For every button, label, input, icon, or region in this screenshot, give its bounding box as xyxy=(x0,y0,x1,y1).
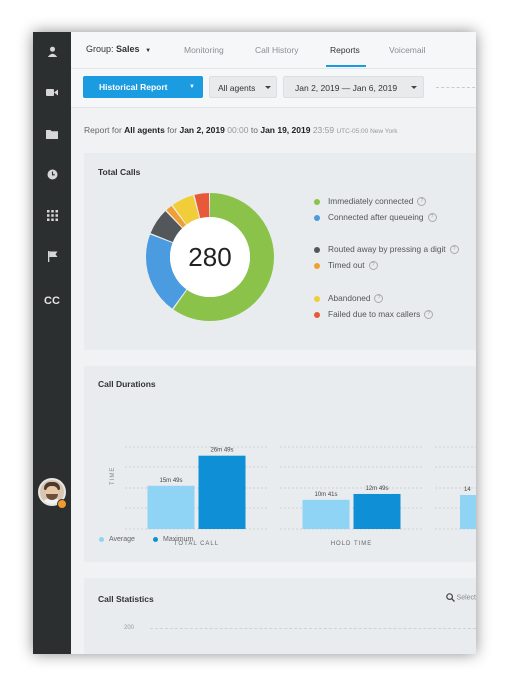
filter-bar: Historical Report ▼ All agents Jan 2, 20… xyxy=(71,69,476,108)
legend-item-average: Average xyxy=(99,536,135,543)
legend-item-maximum: Maximum xyxy=(153,536,193,543)
zoom-icon xyxy=(445,593,455,602)
help-icon: ? xyxy=(417,197,427,207)
legend-swatch xyxy=(314,246,320,253)
app-window: CC Group: Sales ▼ Monitoring Call Histor… xyxy=(33,32,476,654)
chevron-down-icon: ▼ xyxy=(189,84,195,90)
group-selector[interactable]: Group: Sales ▼ xyxy=(86,44,151,54)
call-durations-bar-chart: TIMETOTAL CALL HOLD TIME15m 49s26m 49s10m… xyxy=(110,446,476,547)
agents-select-value: All agents xyxy=(218,83,256,93)
total-calls-title: Total Calls xyxy=(98,167,141,177)
group-value: Sales xyxy=(116,44,140,54)
total-calls-card: Total Calls 280 Immediately connected? C… xyxy=(84,153,476,350)
y-axis-label: TIME xyxy=(110,467,116,485)
chevron-down-icon: ▼ xyxy=(145,48,152,54)
bar-maximum[interactable] xyxy=(198,455,246,529)
legend-item-timed-out: Timed out? xyxy=(314,260,378,271)
bar-average-partial[interactable] xyxy=(460,495,476,529)
select-metric-button[interactable]: Select xyxy=(445,593,476,602)
legend-item-failed-max-callers: Failed due to max callers? xyxy=(314,309,434,320)
gridline xyxy=(150,628,476,629)
bar-maximum[interactable] xyxy=(353,493,401,529)
chevron-down-icon xyxy=(411,86,417,89)
bar-value-label: 14 xyxy=(464,487,471,493)
y-axis-tick: 200 xyxy=(124,625,135,631)
legend-swatch xyxy=(314,262,320,269)
top-navigation: Group: Sales ▼ Monitoring Call History R… xyxy=(71,32,476,69)
bar-average[interactable] xyxy=(302,499,350,529)
legend-item-connected-after-queueing: Connected after queueing? xyxy=(314,212,437,223)
legend-item-immediately-connected: Immediately connected? xyxy=(314,196,427,207)
legend-swatch xyxy=(314,198,320,205)
total-calls-value: 280 xyxy=(188,242,231,272)
help-icon: ? xyxy=(449,245,459,255)
chevron-down-icon xyxy=(265,86,271,89)
legend-swatch xyxy=(99,536,104,542)
presence-status-dot xyxy=(57,499,67,509)
bar-value-label: 10m 41s xyxy=(314,492,337,498)
legend-item-abandoned: Abandoned? xyxy=(314,293,384,304)
clock-icon[interactable] xyxy=(33,169,71,180)
date-range-select[interactable]: Jan 2, 2019 — Jan 6, 2019 xyxy=(283,76,424,98)
folder-icon[interactable] xyxy=(33,129,71,139)
keypad-icon[interactable] xyxy=(33,210,71,221)
call-statistics-card: Call Statistics 200 xyxy=(84,578,476,654)
call-statistics-title: Call Statistics xyxy=(98,594,154,604)
divider xyxy=(436,87,476,88)
contact-center-link[interactable]: CC xyxy=(33,294,71,308)
bar-value-label: 15m 49s xyxy=(159,478,182,484)
legend-swatch xyxy=(153,536,158,542)
sidebar: CC xyxy=(33,32,71,654)
flag-icon[interactable] xyxy=(33,251,71,262)
help-icon: ? xyxy=(368,261,378,271)
main-content: Group: Sales ▼ Monitoring Call History R… xyxy=(71,32,476,654)
active-tab-indicator xyxy=(326,65,366,67)
bar-average[interactable] xyxy=(147,485,195,529)
legend-swatch xyxy=(314,295,320,302)
tab-call-history[interactable]: Call History xyxy=(255,45,298,55)
agents-select[interactable]: All agents xyxy=(209,76,277,98)
tab-voicemail[interactable]: Voicemail xyxy=(389,45,425,55)
report-summary-line: Report for All agents for Jan 2, 2019 00… xyxy=(84,125,398,135)
tab-monitoring[interactable]: Monitoring xyxy=(184,45,224,55)
select-label: Select xyxy=(456,594,476,602)
date-range-value: Jan 2, 2019 — Jan 6, 2019 xyxy=(295,83,398,93)
help-icon: ? xyxy=(374,294,384,304)
report-type-label: Historical Report xyxy=(99,82,168,92)
tab-reports[interactable]: Reports xyxy=(330,45,360,55)
x-axis-category-label: HOLD TIME xyxy=(331,541,373,547)
total-calls-donut-chart: 280 xyxy=(146,193,274,321)
video-icon[interactable] xyxy=(33,88,71,97)
call-durations-title: Call Durations xyxy=(98,379,156,389)
user-icon[interactable] xyxy=(33,46,71,57)
report-type-dropdown[interactable]: Historical Report ▼ xyxy=(83,76,203,98)
legend-swatch xyxy=(314,311,320,318)
bar-value-label: 12m 49s xyxy=(365,486,388,492)
bar-value-label: 26m 49s xyxy=(210,448,233,454)
legend-item-routed-away: Routed away by pressing a digit? xyxy=(314,244,459,255)
group-label: Group: xyxy=(86,44,114,54)
help-icon: ? xyxy=(424,310,434,320)
legend-swatch xyxy=(314,214,320,221)
help-icon: ? xyxy=(427,213,437,223)
